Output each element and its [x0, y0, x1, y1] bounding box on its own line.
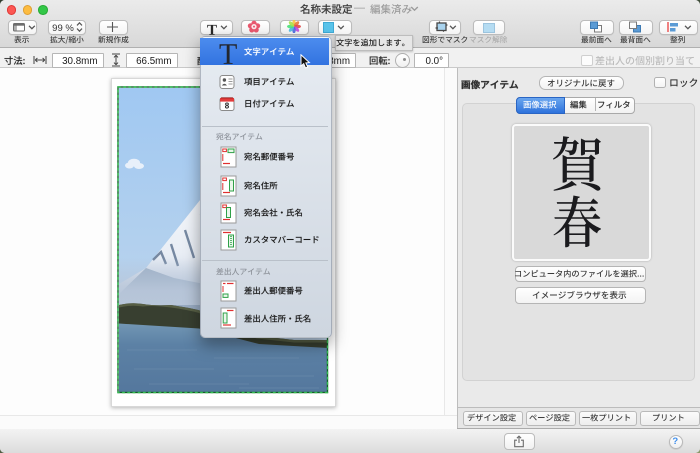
svg-text:8: 8 — [224, 101, 229, 110]
